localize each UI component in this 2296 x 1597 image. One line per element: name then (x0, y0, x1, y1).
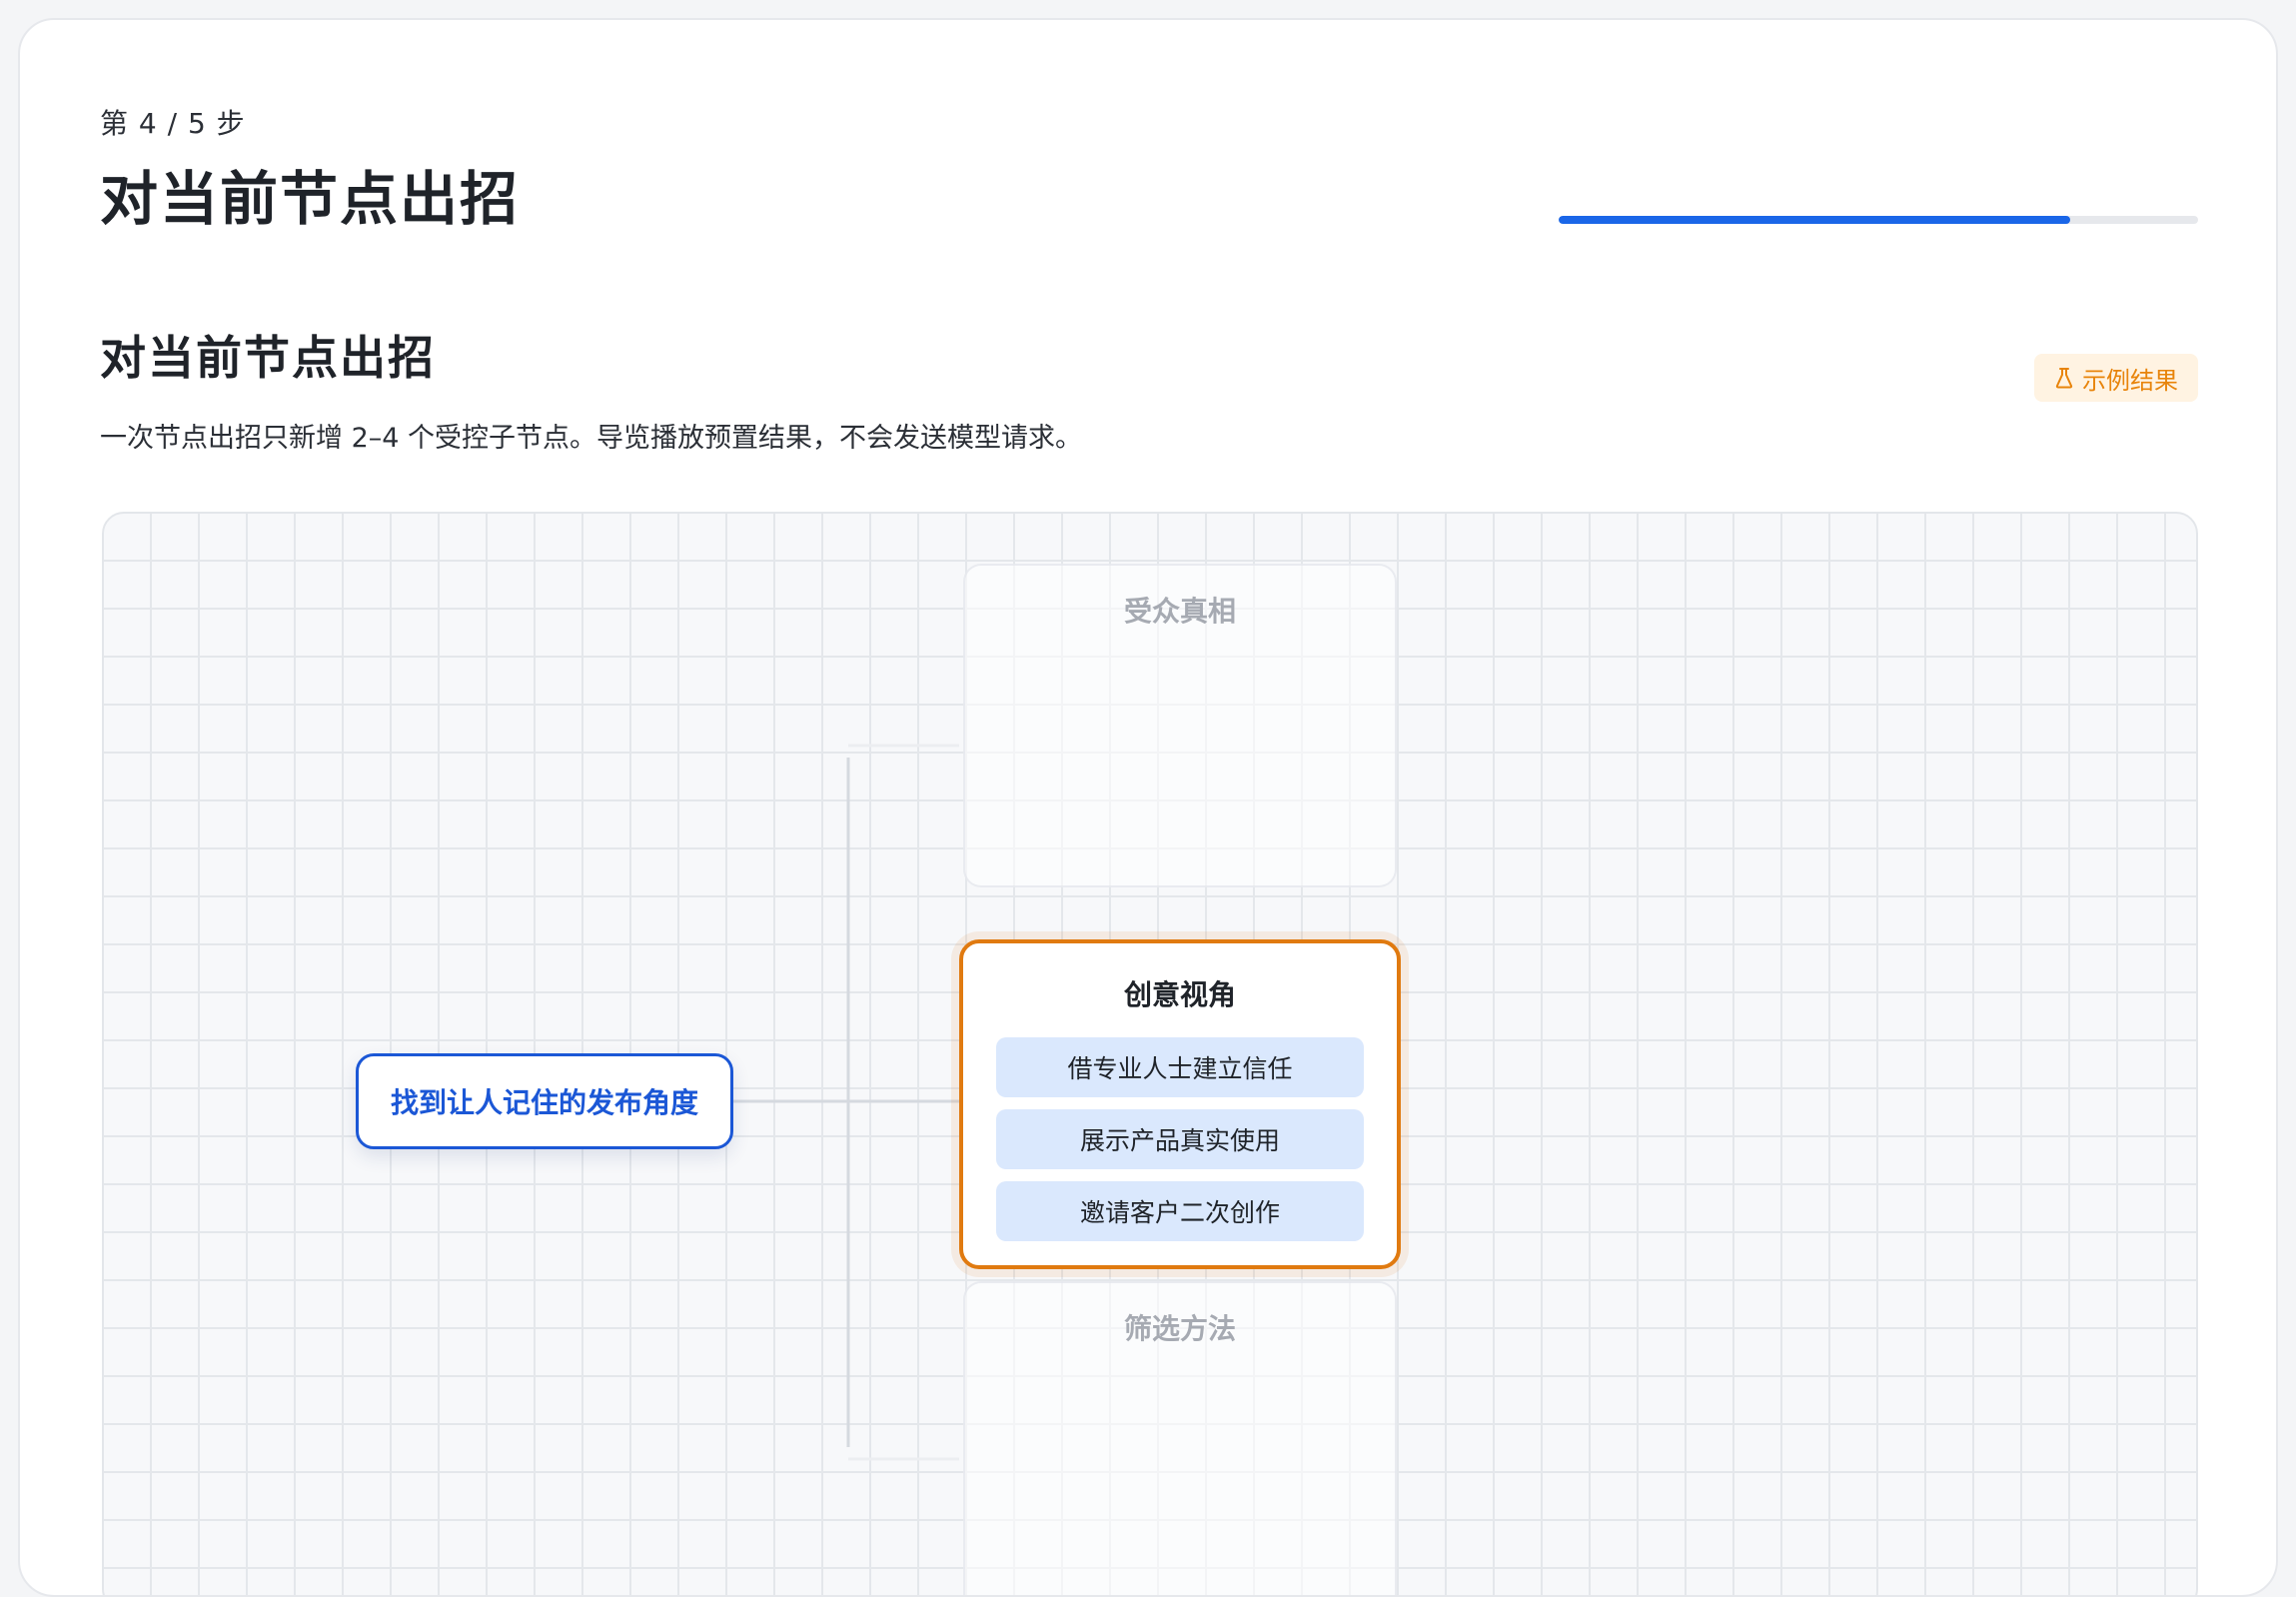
main-card: 第 4 / 5 步 对当前节点出招 对当前节点出招 一次节点出招只新增 2–4 … (18, 18, 2278, 1597)
child-node[interactable]: 借专业人士建立信任 (996, 1037, 1364, 1097)
branch-node-title: 筛选方法 (1123, 1312, 1236, 1345)
sample-result-badge: 示例结果 (2034, 354, 2198, 402)
root-node[interactable]: 找到让人记住的发布角度 (356, 1053, 733, 1149)
progress-bar-fill (1559, 216, 2070, 224)
child-node-list: 借专业人士建立信任 展示产品真实使用 邀请客户二次创作 (963, 1037, 1397, 1241)
branch-node-title: 创意视角 (1123, 978, 1236, 1011)
child-node[interactable]: 展示产品真实使用 (996, 1109, 1364, 1169)
child-node[interactable]: 邀请客户二次创作 (996, 1181, 1364, 1241)
branch-node-creative-angle[interactable]: 创意视角 借专业人士建立信任 展示产品真实使用 邀请客户二次创作 (959, 939, 1401, 1269)
step-indicator: 第 4 / 5 步 (100, 107, 246, 140)
sample-result-label: 示例结果 (2082, 366, 2178, 395)
branch-node-screening-method[interactable]: 筛选方法 (963, 1281, 1397, 1595)
section-title: 对当前节点出招 (100, 331, 436, 385)
flask-icon (2054, 367, 2074, 389)
mindmap-canvas[interactable]: 受众真相 筛选方法 找到让人记住的发布角度 创意视角 借专业人士建立信任 展示产… (102, 512, 2198, 1595)
page-title: 对当前节点出招 (100, 165, 521, 233)
branch-node-audience-truth[interactable]: 受众真相 (963, 564, 1397, 887)
section-description: 一次节点出招只新增 2–4 个受控子节点。导览播放预置结果，不会发送模型请求。 (100, 423, 1083, 454)
progress-bar (1559, 216, 2198, 224)
branch-node-title: 受众真相 (1123, 595, 1236, 628)
